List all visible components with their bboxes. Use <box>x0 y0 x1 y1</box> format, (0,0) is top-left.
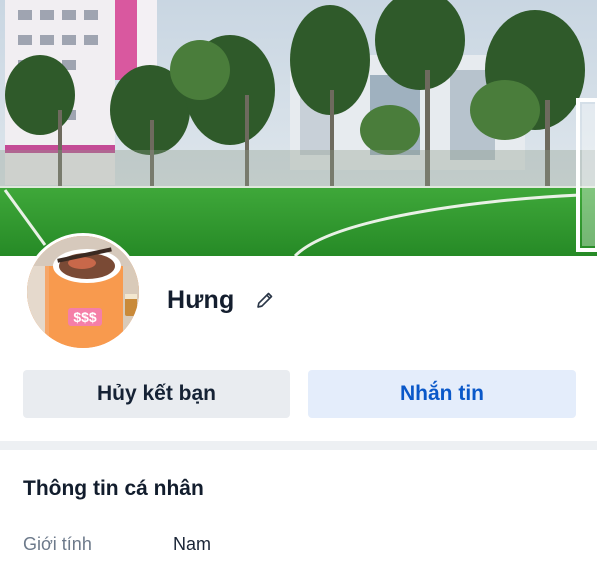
profile-name-row: Hưng <box>167 284 275 316</box>
pencil-icon[interactable] <box>255 290 275 310</box>
avatar-badge-text: $$$ <box>73 309 97 325</box>
message-button[interactable]: Nhắn tin <box>308 370 576 418</box>
section-divider <box>0 441 597 450</box>
gender-label: Giới tính <box>23 533 92 554</box>
message-button-label: Nhắn tin <box>400 382 484 405</box>
unfriend-button[interactable]: Hủy kết bạn <box>23 370 290 418</box>
gender-value: Nam <box>173 533 212 554</box>
avatar[interactable]: $$$ <box>24 233 142 351</box>
profile-name: Hưng <box>167 285 235 314</box>
personal-info-title: Thông tin cá nhân <box>23 477 204 500</box>
unfriend-button-label: Hủy kết bạn <box>96 382 217 405</box>
cover-photo[interactable] <box>0 0 597 256</box>
info-row-gender: Giới tính Nam <box>23 532 583 556</box>
